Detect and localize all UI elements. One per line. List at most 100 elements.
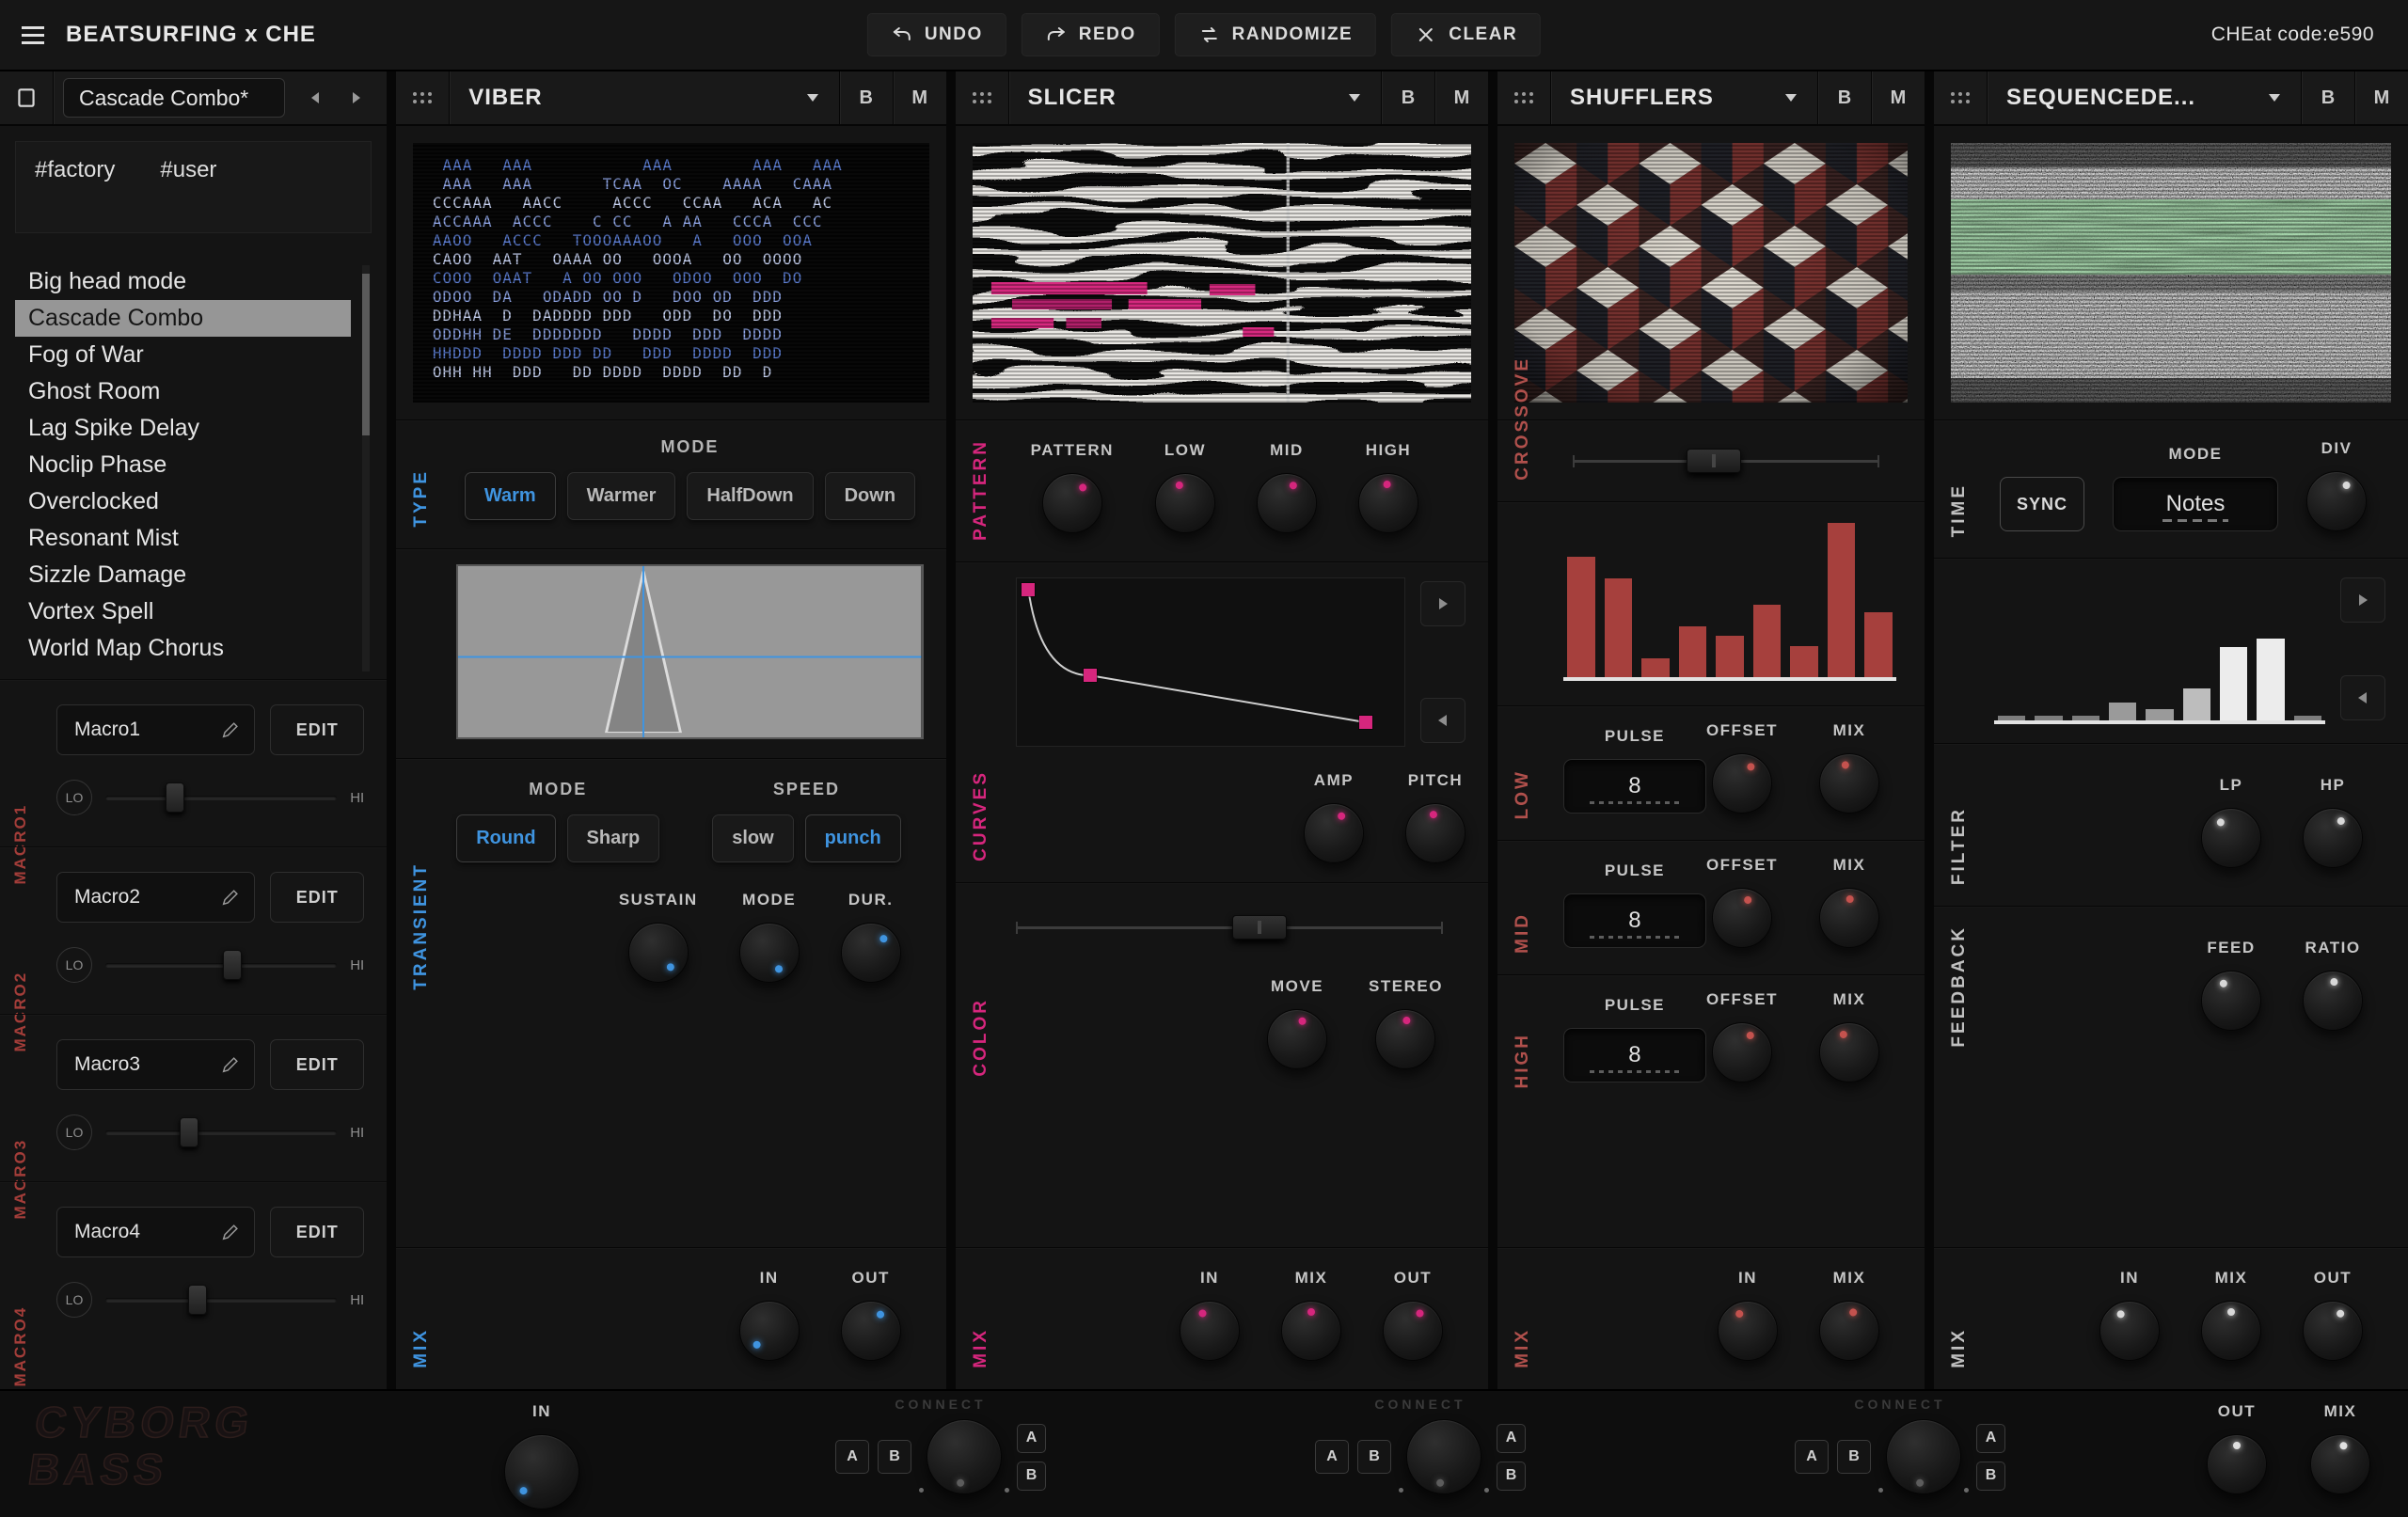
sustain-knob[interactable]	[628, 923, 689, 983]
preset-item[interactable]: World Map Chorus	[15, 630, 351, 667]
preset-item[interactable]: Resonant Mist	[15, 520, 351, 557]
viber-effect-selector[interactable]	[786, 71, 839, 124]
slicer-effect-selector[interactable]	[1328, 71, 1381, 124]
amp-knob[interactable]	[1304, 803, 1364, 863]
div-knob[interactable]	[2306, 471, 2367, 531]
connect1-route-a-button[interactable]: A	[1017, 1424, 1046, 1453]
in-knob[interactable]	[2099, 1301, 2160, 1361]
preset-item[interactable]: Lag Spike Delay	[15, 410, 351, 447]
stereo-knob[interactable]	[1375, 1009, 1435, 1069]
preset-selector[interactable]: Cascade Combo*	[63, 78, 285, 118]
chart-bar[interactable]	[1716, 636, 1744, 677]
mid-knob[interactable]	[1257, 473, 1317, 533]
drag-handle-icon[interactable]	[1497, 90, 1550, 105]
undo-button[interactable]: UNDO	[867, 13, 1006, 56]
shufflers-mute-button[interactable]: M	[1872, 71, 1925, 124]
envelope-handle[interactable]	[1359, 716, 1372, 729]
out-knob[interactable]	[841, 1301, 901, 1361]
chart-bar[interactable]	[2294, 716, 2321, 720]
speed-slow-button[interactable]: slow	[712, 814, 793, 862]
preset-item[interactable]: Fog of War	[15, 337, 351, 373]
clear-button[interactable]: CLEAR	[1391, 13, 1541, 56]
shape-display[interactable]	[456, 564, 923, 739]
randomize-button[interactable]: RANDOMIZE	[1175, 13, 1377, 56]
menu-icon[interactable]	[0, 0, 66, 71]
macro4-slider-handle[interactable]	[188, 1285, 207, 1315]
sequenced-mute-button[interactable]: M	[2355, 71, 2408, 124]
macro4-edit-button[interactable]: EDIT	[270, 1207, 364, 1257]
preset-item[interactable]: Vortex Spell	[15, 593, 351, 630]
chart-bar[interactable]	[2035, 716, 2062, 720]
offset-knob[interactable]	[1712, 1022, 1772, 1082]
transient-round-button[interactable]: Round	[456, 814, 555, 862]
mode-value-selector[interactable]: Notes	[2113, 477, 2278, 531]
out-knob[interactable]	[2303, 1301, 2363, 1361]
in-knob[interactable]	[739, 1301, 800, 1361]
mode-knob[interactable]	[739, 923, 800, 983]
chart-bar[interactable]	[1864, 612, 1893, 677]
scrollbar-thumb[interactable]	[362, 274, 370, 436]
viber-mute-button[interactable]: M	[894, 71, 946, 124]
preset-item[interactable]: Ghost Room	[15, 373, 351, 410]
preset-item[interactable]: Cascade Combo	[15, 300, 351, 337]
mode-warm-button[interactable]: Warm	[465, 472, 556, 520]
in-knob[interactable]	[504, 1434, 579, 1509]
crossover-slider-handle[interactable]	[1687, 449, 1741, 473]
viber-bypass-button[interactable]: B	[840, 71, 893, 124]
connect2-a-button[interactable]: A	[1315, 1440, 1349, 1474]
high-pulse-value[interactable]: 8	[1563, 1028, 1706, 1082]
low-pulse-value[interactable]: 8	[1563, 759, 1706, 814]
mix-knob[interactable]	[2310, 1434, 2370, 1494]
out-knob[interactable]	[1383, 1301, 1443, 1361]
connect2-b-button[interactable]: B	[1357, 1440, 1391, 1474]
chart-bar[interactable]	[1641, 658, 1670, 677]
feed-knob[interactable]	[2201, 971, 2261, 1031]
mix-knob[interactable]	[1819, 1301, 1879, 1361]
chart-bar[interactable]	[1998, 716, 2025, 720]
mix-knob[interactable]	[1819, 1022, 1879, 1082]
chart-bar[interactable]	[1605, 578, 1633, 677]
drag-handle-icon[interactable]	[396, 90, 449, 105]
prev-preset-button[interactable]	[294, 77, 336, 119]
high-knob[interactable]	[1358, 473, 1418, 533]
drag-handle-icon[interactable]	[1934, 90, 1987, 105]
macro3-slider[interactable]	[105, 1116, 337, 1148]
shufflers-bypass-button[interactable]: B	[1818, 71, 1871, 124]
sequenced-bypass-button[interactable]: B	[2302, 71, 2354, 124]
mode-halfdown-button[interactable]: HalfDown	[687, 472, 813, 520]
macro1-edit-button[interactable]: EDIT	[270, 704, 364, 755]
mid-pulse-value[interactable]: 8	[1563, 893, 1706, 948]
crossover-slider[interactable]	[1573, 445, 1879, 477]
connect1-b-button[interactable]: B	[878, 1440, 911, 1474]
connect3-a-button[interactable]: A	[1795, 1440, 1829, 1474]
lp-knob[interactable]	[2201, 808, 2261, 868]
connect2-route-b-button[interactable]: B	[1497, 1462, 1526, 1491]
connect1-route-b-button[interactable]: B	[1017, 1462, 1046, 1491]
macro2-name-field[interactable]: Macro2	[56, 872, 255, 923]
preset-item[interactable]: Big head mode	[15, 263, 351, 300]
chart-bar[interactable]	[1753, 605, 1782, 677]
macro1-name-field[interactable]: Macro1	[56, 704, 255, 755]
preset-file-button[interactable]	[0, 86, 53, 110]
next-step-button[interactable]	[2340, 577, 2385, 623]
knob-knob[interactable]	[1406, 1419, 1481, 1494]
chart-bar[interactable]	[2183, 688, 2210, 720]
ratio-knob[interactable]	[2303, 971, 2363, 1031]
shufflers-effect-selector[interactable]	[1765, 71, 1817, 124]
macro2-slider[interactable]	[105, 949, 337, 981]
prev-step-button[interactable]	[2340, 675, 2385, 720]
chart-bar[interactable]	[1567, 557, 1595, 677]
macro3-slider-handle[interactable]	[180, 1117, 198, 1147]
chart-bar[interactable]	[2220, 647, 2247, 720]
connect1-a-button[interactable]: A	[835, 1440, 869, 1474]
preset-item[interactable]: Noclip Phase	[15, 447, 351, 483]
chart-bar[interactable]	[2072, 716, 2099, 720]
mix-knob[interactable]	[2201, 1301, 2261, 1361]
connect3-route-a-button[interactable]: A	[1976, 1424, 2005, 1453]
tag-user[interactable]: #user	[160, 157, 216, 183]
next-slice-button[interactable]	[1420, 581, 1465, 626]
mix-knob[interactable]	[1281, 1301, 1341, 1361]
preset-item[interactable]: Overclocked	[15, 483, 351, 520]
color-slider-handle[interactable]	[1232, 915, 1287, 940]
mode-down-button[interactable]: Down	[825, 472, 915, 520]
